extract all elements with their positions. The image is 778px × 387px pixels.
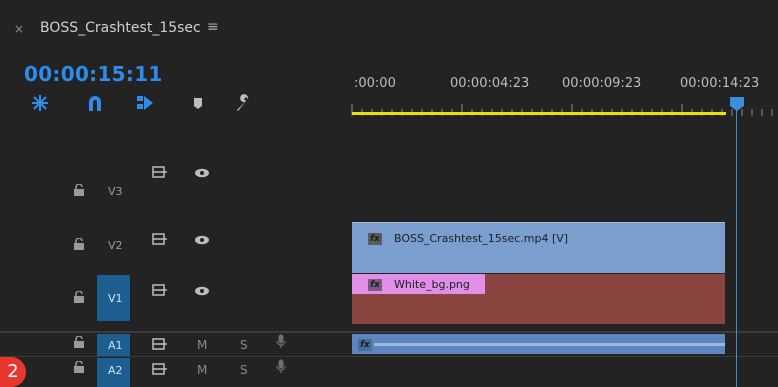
solo-button[interactable]: S bbox=[240, 363, 248, 377]
work-area-bar[interactable] bbox=[352, 112, 726, 115]
track-name-a2[interactable]: A2 bbox=[108, 364, 123, 377]
track-lock-icon[interactable] bbox=[73, 291, 85, 303]
sequence-tab-title[interactable]: BOSS_Crashtest_15sec bbox=[40, 20, 201, 36]
microphone-icon[interactable] bbox=[276, 359, 286, 373]
track-lock-icon[interactable] bbox=[73, 336, 85, 348]
track-name-v3[interactable]: V3 bbox=[108, 185, 123, 198]
toggle-sync-lock-icon[interactable] bbox=[152, 363, 168, 375]
clip-audio-a1[interactable]: fx bbox=[352, 334, 725, 354]
track-lock-icon[interactable] bbox=[73, 361, 85, 373]
track-name-a1[interactable]: A1 bbox=[108, 339, 123, 352]
track-name-v1[interactable]: V1 bbox=[108, 292, 123, 305]
insert-overwrite-icon[interactable] bbox=[135, 93, 155, 113]
mute-button[interactable]: M bbox=[197, 363, 207, 377]
microphone-icon[interactable] bbox=[276, 334, 286, 348]
solo-button[interactable]: S bbox=[240, 338, 248, 352]
track-divider bbox=[0, 356, 778, 357]
linked-selection-icon[interactable] bbox=[85, 93, 105, 113]
ruler-label: 00:00:14:23 bbox=[680, 76, 760, 91]
toggle-sync-lock-icon[interactable] bbox=[152, 166, 168, 178]
playhead-handle[interactable] bbox=[729, 96, 745, 112]
audio-waveform bbox=[374, 343, 725, 346]
add-marker-icon[interactable] bbox=[188, 93, 208, 113]
ruler-label: :00:00 bbox=[354, 76, 396, 91]
clip-white-bg[interactable]: fx White_bg.png bbox=[352, 274, 725, 324]
track-name-v2[interactable]: V2 bbox=[108, 239, 123, 252]
clip-boss-crashtest-video[interactable]: fx BOSS_Crashtest_15sec.mp4 [V] bbox=[352, 222, 725, 273]
toggle-sync-lock-icon[interactable] bbox=[152, 233, 168, 245]
toggle-sync-lock-icon[interactable] bbox=[152, 284, 168, 296]
eye-icon[interactable] bbox=[194, 235, 210, 245]
fx-badge-icon: fx bbox=[368, 233, 382, 245]
eye-icon[interactable] bbox=[194, 168, 210, 178]
playhead-line[interactable] bbox=[736, 110, 737, 387]
wrench-icon[interactable] bbox=[233, 93, 253, 113]
fx-badge-icon: fx bbox=[368, 279, 382, 291]
track-divider bbox=[0, 331, 778, 333]
toggle-sync-lock-icon[interactable] bbox=[152, 338, 168, 350]
track-lock-icon[interactable] bbox=[73, 184, 85, 196]
ruler-label: 00:00:04:23 bbox=[450, 76, 530, 91]
track-lock-icon[interactable] bbox=[73, 238, 85, 250]
ruler-label: 00:00:09:23 bbox=[562, 76, 642, 91]
snap-icon[interactable] bbox=[30, 93, 50, 113]
mute-button[interactable]: M bbox=[197, 338, 207, 352]
fx-badge-icon: fx bbox=[358, 339, 372, 351]
track-headers bbox=[0, 155, 350, 387]
clip-name: White_bg.png bbox=[394, 278, 470, 291]
eye-icon[interactable] bbox=[194, 286, 210, 296]
panel-menu-icon[interactable]: ≡ bbox=[207, 19, 219, 35]
clip-name: BOSS_Crashtest_15sec.mp4 [V] bbox=[394, 232, 569, 245]
playhead-timecode[interactable]: 00:00:15:11 bbox=[24, 62, 163, 86]
close-icon[interactable]: × bbox=[14, 22, 24, 36]
